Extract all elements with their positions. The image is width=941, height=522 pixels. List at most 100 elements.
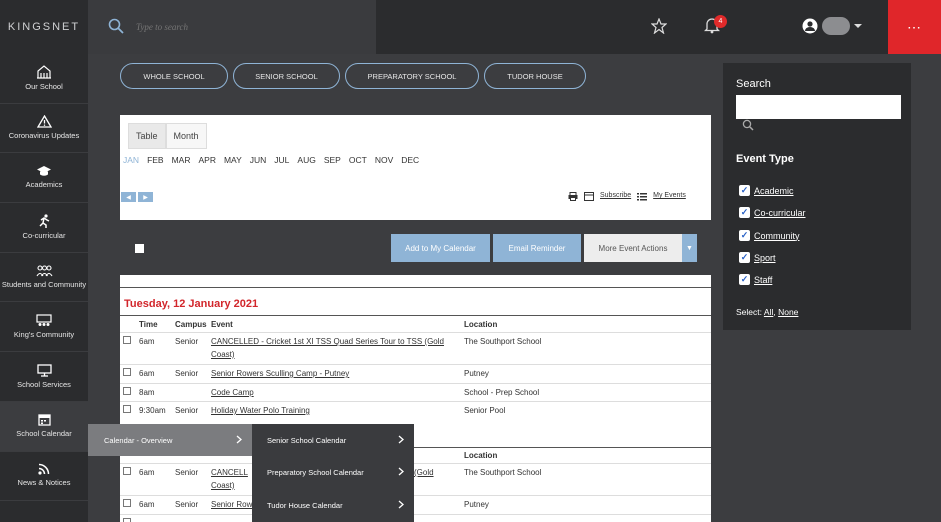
checkbox-checked[interactable]: ✓	[739, 230, 750, 241]
search-icon[interactable]	[742, 119, 754, 133]
select-all-checkbox[interactable]	[135, 244, 144, 253]
filter-whole-school[interactable]: WHOLE SCHOOL	[120, 63, 228, 89]
table-row[interactable]: 9:30am Senior Holiday Water Polo Trainin…	[120, 401, 711, 419]
dropdown-arrow-icon[interactable]: ▼	[682, 234, 697, 262]
event-type-community[interactable]: ✓ Community	[739, 230, 800, 241]
month-nov[interactable]: NOV	[375, 155, 393, 165]
event-link[interactable]: Senior Rowers Sculling Camp - Putney	[211, 369, 349, 378]
sidebar: Our School Coronavirus Updates Academics…	[0, 54, 88, 522]
filter-senior-school[interactable]: SENIOR SCHOOL	[233, 63, 340, 89]
row-location: Senior Pool	[464, 406, 506, 415]
filter-tudor-house[interactable]: TUDOR HOUSE	[484, 63, 586, 89]
row-checkbox[interactable]	[123, 405, 131, 413]
month-jul[interactable]: JUL	[274, 155, 289, 165]
sidebar-item-kings-community[interactable]: King's Community	[0, 302, 88, 353]
row-checkbox[interactable]	[123, 518, 131, 522]
search-icon[interactable]	[108, 18, 124, 36]
event-type-staff[interactable]: ✓ Staff	[739, 274, 772, 285]
event-type-label[interactable]: Co-curricular	[754, 208, 806, 218]
prev-arrow-icon[interactable]: ◀	[121, 192, 136, 202]
sidebar-item-school-calendar[interactable]: School Calendar	[0, 401, 88, 452]
table-row[interactable]: 6am Senior CANCELL (Gold Coast) The Sout…	[120, 463, 711, 494]
row-checkbox[interactable]	[123, 368, 131, 376]
month-sep[interactable]: SEP	[324, 155, 341, 165]
checkbox-checked[interactable]: ✓	[739, 207, 750, 218]
month-feb[interactable]: FEB	[147, 155, 164, 165]
month-dec[interactable]: DEC	[401, 155, 419, 165]
event-type-label[interactable]: Community	[754, 231, 800, 241]
logo[interactable]: KINGSNET	[0, 0, 88, 54]
submenu-preparatory-school-calendar[interactable]: Preparatory School Calendar	[252, 457, 414, 490]
print-icon[interactable]	[568, 192, 578, 201]
chevron-right-icon	[398, 435, 404, 446]
sidebar-item-academics[interactable]: Academics	[0, 153, 88, 204]
caret-down-icon	[854, 24, 862, 28]
subscribe-link[interactable]: Subscribe	[600, 192, 631, 201]
table-row[interactable]: 6am Senior Senior Row Putney	[120, 495, 711, 513]
row-checkbox[interactable]	[123, 336, 131, 344]
month-jun[interactable]: JUN	[250, 155, 267, 165]
month-may[interactable]: MAY	[224, 155, 242, 165]
user-menu[interactable]	[802, 17, 862, 35]
checkbox-checked[interactable]: ✓	[739, 185, 750, 196]
sidebar-item-our-school[interactable]: Our School	[0, 54, 88, 104]
next-arrow-icon[interactable]: ▶	[138, 192, 153, 202]
submenu-senior-school-calendar[interactable]: Senior School Calendar	[252, 424, 414, 457]
event-type-label[interactable]: Staff	[754, 275, 772, 285]
row-checkbox[interactable]	[123, 499, 131, 507]
select-all-link[interactable]: All	[764, 307, 773, 317]
checkbox-checked[interactable]: ✓	[739, 252, 750, 263]
checkbox-checked[interactable]: ✓	[739, 274, 750, 285]
event-link[interactable]: Senior Row	[211, 500, 252, 509]
month-apr[interactable]: APR	[198, 155, 215, 165]
table-row[interactable]: 6am Senior CANCELLED - Cricket 1st XI TS…	[120, 332, 711, 363]
sidebar-item-label: King's Community	[13, 329, 75, 339]
more-event-actions-button[interactable]: More Event Actions	[584, 234, 682, 262]
row-checkbox[interactable]	[123, 387, 131, 395]
my-events-link[interactable]: My Events	[653, 192, 686, 201]
more-menu-button[interactable]: ⋯	[888, 0, 941, 54]
calendar-overview-menu-item[interactable]: Calendar - Overview	[88, 424, 252, 456]
rss-icon	[38, 464, 50, 476]
sidebar-item-school-services[interactable]: School Services	[0, 352, 88, 402]
filter-preparatory-school[interactable]: PREPARATORY SCHOOL	[345, 63, 479, 89]
event-search-input[interactable]	[736, 95, 901, 119]
tab-month[interactable]: Month	[165, 123, 207, 149]
sidebar-item-coronavirus[interactable]: Coronavirus Updates	[0, 104, 88, 154]
tab-table[interactable]: Table	[128, 123, 166, 149]
divider	[120, 287, 711, 288]
event-type-label[interactable]: Sport	[754, 253, 776, 263]
event-type-label[interactable]: Academic	[754, 186, 794, 196]
table-row[interactable]	[120, 514, 711, 522]
row-checkbox[interactable]	[123, 467, 131, 475]
sidebar-item-students-community[interactable]: Students and Community	[0, 253, 88, 303]
event-type-heading: Event Type	[736, 153, 794, 165]
month-aug[interactable]: AUG	[297, 155, 315, 165]
month-oct[interactable]: OCT	[349, 155, 367, 165]
event-link[interactable]: Holiday Water Polo Training	[211, 406, 310, 415]
global-search[interactable]	[88, 0, 376, 54]
event-link[interactable]: Code Camp	[211, 388, 254, 397]
event-type-co-curricular[interactable]: ✓ Co-curricular	[739, 207, 806, 218]
month-mar[interactable]: MAR	[172, 155, 191, 165]
select-none-link[interactable]: None	[778, 307, 798, 317]
row-location: The Southport School	[464, 468, 542, 477]
sidebar-item-co-curricular[interactable]: Co-curricular	[0, 203, 88, 253]
col-campus: Campus	[175, 320, 207, 329]
event-link-cont[interactable]: Coast)	[211, 481, 235, 490]
search-input[interactable]	[136, 22, 336, 32]
event-link-cont[interactable]: Coast)	[211, 350, 235, 359]
table-row[interactable]: 6am Senior Senior Rowers Sculling Camp -…	[120, 364, 711, 382]
event-type-academic[interactable]: ✓ Academic	[739, 185, 794, 196]
event-type-sport[interactable]: ✓ Sport	[739, 252, 776, 263]
email-reminder-button[interactable]: Email Reminder	[493, 234, 581, 262]
star-icon[interactable]	[650, 17, 668, 36]
add-to-calendar-button[interactable]: Add to My Calendar	[391, 234, 490, 262]
submenu-tudor-house-calendar[interactable]: Tudor House Calendar	[252, 489, 414, 522]
event-link[interactable]: CANCELL	[211, 468, 248, 477]
event-link[interactable]: CANCELLED - Cricket 1st XI TSS Quad Seri…	[211, 337, 444, 346]
month-jan[interactable]: JAN	[123, 155, 139, 165]
table-row[interactable]: 8am Code Camp School - Prep School	[120, 383, 711, 401]
sidebar-item-news-notices[interactable]: News & Notices	[0, 452, 88, 502]
event-link-tail[interactable]: (Gold	[414, 468, 434, 477]
